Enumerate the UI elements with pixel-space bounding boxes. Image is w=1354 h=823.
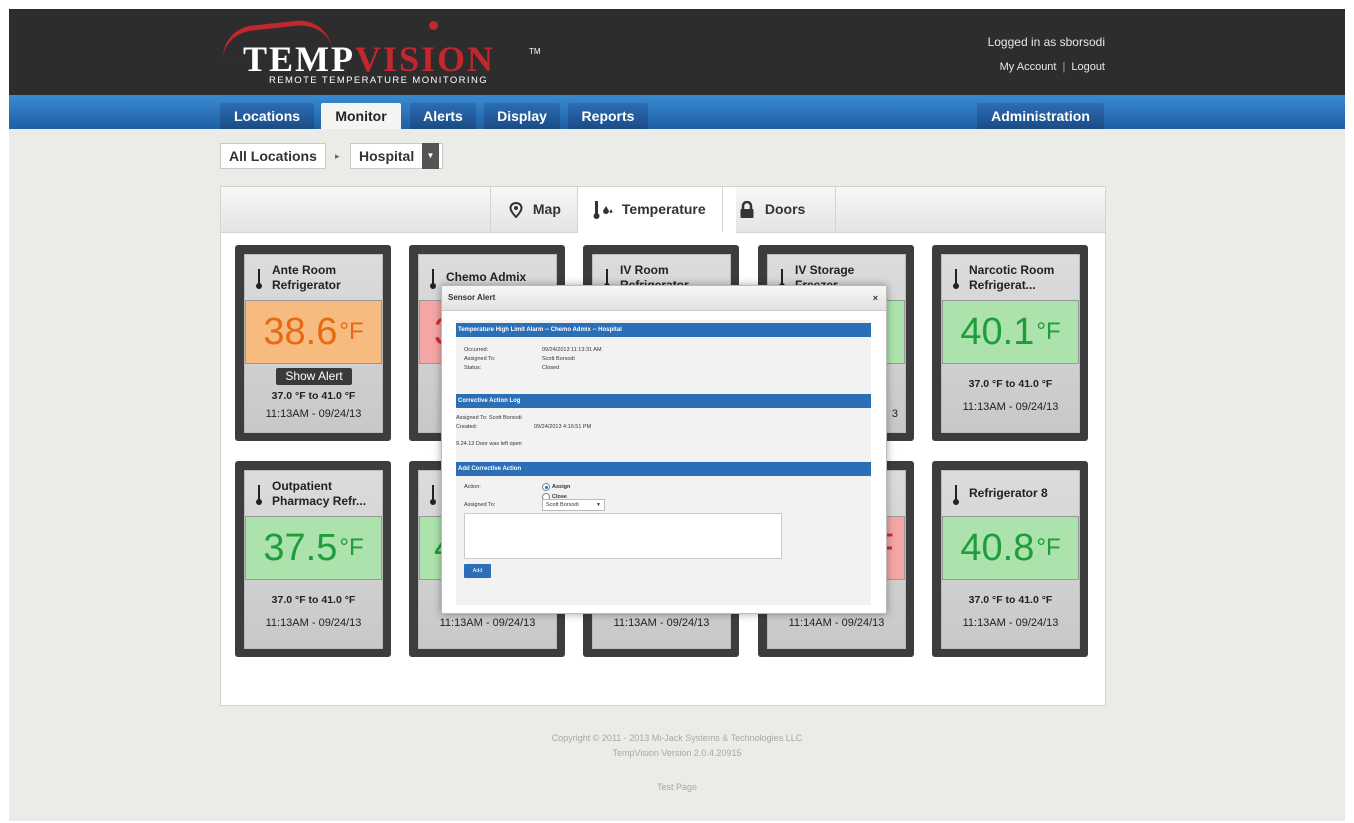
occurred-label: Occurred: [464,347,489,353]
assigned-label: Assigned To: [464,356,496,362]
logged-in-label: Logged in as sborsodi [987,35,1105,49]
reading-timestamp: 11:14AM - 09/24/13 [788,617,885,629]
tab-administration[interactable]: Administration [977,103,1104,129]
sensor-card-refrigerator-8[interactable]: Refrigerator 8 40.8 °F 37.0 °F to 41.0 °F… [932,461,1088,657]
my-account-link[interactable]: My Account [1000,61,1057,73]
map-pin-icon [509,202,523,219]
reading-timestamp: 11:13AM - 09/24/13 [962,617,1059,629]
temperature-reading: 38.6 °F [245,300,382,364]
assigned-value: Scott Borsodi [542,356,575,362]
occurred-value: 09/24/2013 11:13:31 AM [542,347,602,353]
subtab-doors[interactable]: Doors [722,187,836,232]
sensor-name: Refrigerator 8 [969,486,1048,500]
temperature-range: 37.0 °F to 41.0 °F [968,378,1053,390]
header-bar: TEMPVISION TM REMOTE TEMPERATURE MONITOR… [9,9,1345,95]
status-value: Closed [542,365,560,371]
temperature-reading: 40.8 °F [942,516,1079,580]
location-dropdown-icon[interactable]: ▼ [422,143,439,169]
sensor-card-outpatient-pharmacy[interactable]: Outpatient Pharmacy Refr... 37.5 °F 37.0 °… [235,461,391,657]
sensor-alert-dialog: Sensor Alert × Temperature High Limit Al… [441,285,887,614]
tab-alerts[interactable]: Alerts [410,103,476,129]
sensor-name: Narcotic Room Refrigerat... [969,262,1055,292]
sensor-card-ante-room[interactable]: Ante Room Refrigerator 38.6 °F Show Alert … [235,245,391,441]
version-text: TempVision Version 2.0.4.20915 [612,748,742,758]
assign-radio[interactable] [542,483,550,491]
thermometer-icon [953,485,959,505]
thermometer-icon [593,201,613,220]
sensor-name: Ante Room Refrigerator [272,262,341,292]
corrective-log-heading: Corrective Action Log [456,394,871,408]
reading-timestamp: 11:13AM - 09/24/13 [265,408,362,420]
main-nav: Locations Monitor Alerts Display Reports… [9,95,1345,129]
close-icon[interactable]: × [873,286,878,310]
logo-wordmark: TEMPVISION [243,39,496,79]
sensor-card-narcotic-room[interactable]: Narcotic Room Refrigerat... 40.1 °F 37.0 °… [932,245,1088,441]
thermometer-icon [430,485,436,505]
thermometer-icon [430,269,436,289]
reading-timestamp: 11:13AM - 09/24/13 [265,617,362,629]
dialog-title: Sensor Alert [448,293,496,302]
view-subtabs: Map Temperature Doors [221,187,1105,233]
user-info: Logged in as sborsodi My Account | Logout [988,35,1105,73]
app-window: TEMPVISION TM REMOTE TEMPERATURE MONITOR… [9,9,1345,821]
thermometer-icon [256,485,262,505]
temperature-range: 37.0 °F to 41.0 °F [271,594,356,606]
assign-to-select[interactable]: Scott Borsodi ▼ [542,499,605,511]
copyright-text: Copyright © 2011 - 2013 Mi-Jack Systems … [551,733,803,743]
link-separator: | [1062,61,1066,73]
test-page-link[interactable]: Test Page [9,782,1345,792]
tab-monitor[interactable]: Monitor [321,103,401,129]
dialog-body: Temperature High Limit Alarm -- Chemo Ad… [456,320,871,605]
action-label: Action: [464,484,481,490]
tab-locations[interactable]: Locations [220,103,314,129]
temperature-reading: 37.5 °F [245,516,382,580]
assign-option-label: Assign [552,484,571,490]
thermometer-icon [256,269,262,289]
dialog-titlebar: Sensor Alert × [442,286,886,311]
tab-reports[interactable]: Reports [568,103,648,129]
sensor-name: Outpatient Pharmacy Refr... [272,478,367,508]
tab-display[interactable]: Display [484,103,560,129]
temperature-reading: 40.1 °F [942,300,1079,364]
log-created-value: 09/24/2013 4:16:51 PM [534,424,592,430]
breadcrumb-arrow-icon: ▸ [335,151,340,161]
thermometer-icon [953,269,959,289]
tempvision-logo[interactable]: TEMPVISION TM REMOTE TEMPERATURE MONITOR… [219,17,551,89]
show-alert-button[interactable]: Show Alert [276,368,352,385]
breadcrumb: All Locations ▸ Hospital ▼ [9,143,1345,169]
alarm-heading: Temperature High Limit Alarm -- Chemo Ad… [456,323,871,337]
logo-dot [429,21,438,30]
add-action-heading: Add Corrective Action [456,462,871,476]
reading-timestamp: 11:13AM - 09/24/13 [439,617,536,629]
reading-timestamp: 11:13AM - 09/24/13 [962,401,1059,413]
subtab-temperature[interactable]: Temperature [577,187,736,233]
add-button[interactable]: Add [464,564,491,578]
reading-timestamp: 11:13AM - 09/24/13 [613,617,710,629]
breadcrumb-all-locations[interactable]: All Locations [220,143,326,169]
corrective-action-notes[interactable] [464,513,782,559]
status-label: Status: [464,365,482,371]
logo-tagline: REMOTE TEMPERATURE MONITORING [269,75,488,86]
logout-link[interactable]: Logout [1071,61,1105,73]
log-note: 9.24.13 Door was left open [456,441,522,447]
log-created-label: Created: [456,424,478,430]
log-assigned: Assigned To: Scott Borsodi [456,415,522,421]
temperature-range: 37.0 °F to 41.0 °F [271,390,356,402]
lock-icon [740,201,754,219]
chevron-down-icon: ▼ [596,502,601,508]
logo-trademark: TM [529,47,541,56]
assign-to-label: Assigned To: [464,502,496,508]
temperature-range: 37.0 °F to 41.0 °F [968,594,1053,606]
